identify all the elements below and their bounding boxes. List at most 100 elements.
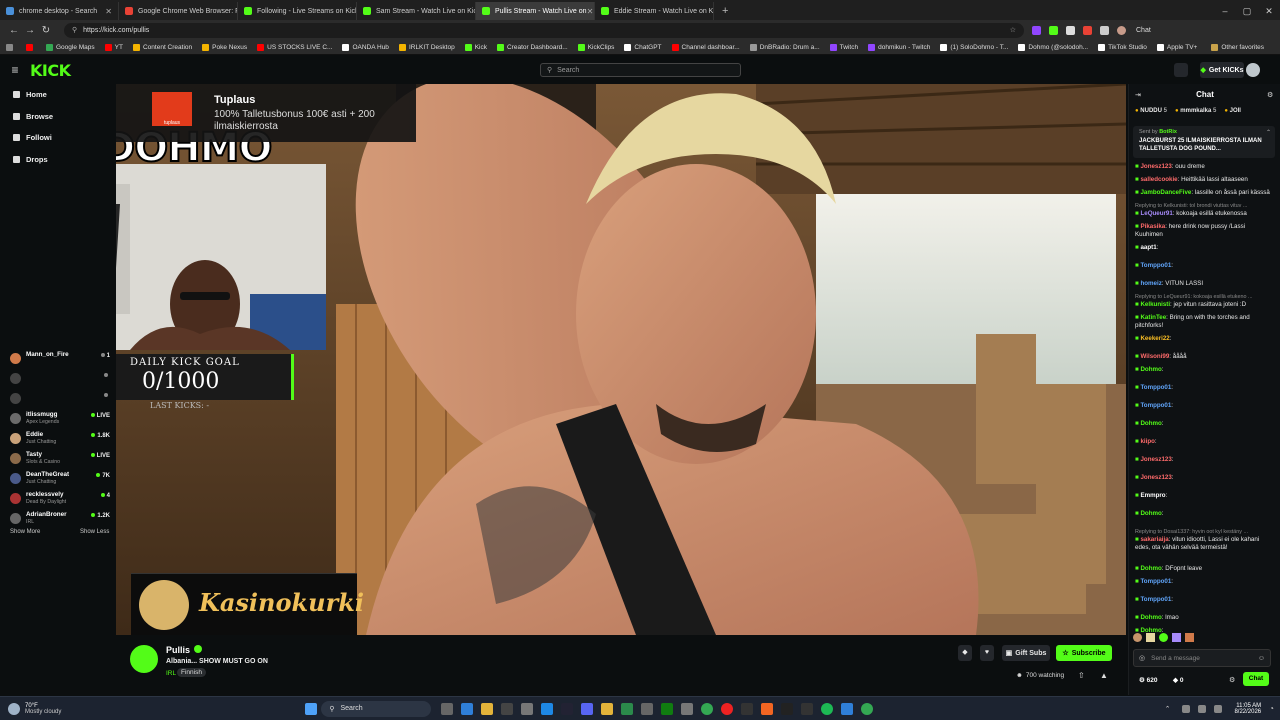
emote-picker-icon[interactable]: ◎ xyxy=(1139,654,1145,662)
star-icon[interactable]: ☆ xyxy=(1010,26,1016,34)
site-info-icon[interactable]: ⚲ xyxy=(72,26,77,34)
other-favorites[interactable]: Other favorites xyxy=(1211,43,1264,51)
twitch-extension-icon[interactable] xyxy=(1032,25,1041,35)
chat-message[interactable]: ■ Dohmo: xyxy=(1135,420,1273,428)
chat-message[interactable]: ■ Dohmo: lmao xyxy=(1135,614,1273,622)
bookmark-item[interactable]: Dohmo (@solodoh... xyxy=(1018,43,1088,51)
app-icon[interactable] xyxy=(621,702,634,715)
bookmark-item[interactable]: ChatGPT xyxy=(624,43,662,51)
xbox-icon[interactable] xyxy=(661,702,674,715)
chat-username[interactable]: Wilsoni99 xyxy=(1140,353,1169,360)
chat-username[interactable]: Jonesz123 xyxy=(1140,474,1171,481)
bookmark-item[interactable]: Kick xyxy=(464,43,487,51)
chat-settings-gear-icon[interactable]: ⚙ xyxy=(1229,676,1235,684)
channel-avatar[interactable] xyxy=(130,645,158,673)
emote-icon[interactable] xyxy=(1146,633,1155,642)
bookmark-item[interactable]: (1) SoloDohmo - T... xyxy=(940,43,1008,51)
show-more-link[interactable]: Show More xyxy=(10,529,40,535)
chat-username[interactable]: Dohmo xyxy=(1140,510,1161,517)
bookmark-item[interactable]: DnBRadio: Drum a... xyxy=(749,43,820,51)
browser-tab[interactable]: Sam Stream - Watch Live on Kick✕ xyxy=(357,2,476,20)
bookmark-item[interactable]: dohmikun - Twitch xyxy=(868,43,930,51)
sidebar-channel[interactable]: itlissmugg Apex Legends LIVE xyxy=(10,411,110,429)
chat-username[interactable]: Tomppo01 xyxy=(1140,596,1171,603)
browser-tab[interactable]: chrome desktop - Search ✕ xyxy=(0,2,119,20)
ad-banner[interactable]: tuplaus Tuplaus 100% Talletusbonus 100€ … xyxy=(116,84,416,142)
back-icon[interactable]: ← xyxy=(6,25,22,36)
tag-finnish[interactable]: Finnish xyxy=(177,668,206,677)
battery-icon[interactable] xyxy=(1214,704,1223,713)
chat-username[interactable]: Dohmo xyxy=(1140,420,1161,427)
chat-input[interactable]: ◎ Send a message ☺ xyxy=(1133,649,1271,667)
chat-message[interactable]: ■ Dohmo: xyxy=(1135,510,1273,518)
chat-message[interactable]: ■ Jonesz123: ouu dreme xyxy=(1135,163,1273,171)
bookmark-item[interactable]: OANDA Hub xyxy=(342,43,389,51)
bell-icon[interactable]: ◆ xyxy=(958,645,972,661)
bookmark-item[interactable]: YT xyxy=(104,43,123,51)
app-icon[interactable] xyxy=(781,702,794,715)
sidebar-channel[interactable]: DeanTheGreat Just Chatting 7K xyxy=(10,471,110,489)
sidebar-channel[interactable]: AdrianBroner IRL 1.2K xyxy=(10,511,110,529)
user-avatar[interactable] xyxy=(1246,63,1260,77)
search-input[interactable]: ⚲ Search xyxy=(540,63,741,77)
emote-icon[interactable] xyxy=(1185,633,1194,642)
close-tab-icon[interactable]: ✕ xyxy=(587,7,594,16)
store-icon[interactable] xyxy=(501,702,514,715)
top-gifter[interactable]: ● NUDDU 5 xyxy=(1135,108,1167,114)
app-icon[interactable] xyxy=(681,702,694,715)
sidebar-channel[interactable]: recklessvely Dead By Daylight 4 xyxy=(10,491,110,509)
nav-home[interactable]: Home xyxy=(13,90,47,99)
chat-username[interactable]: Dohmo xyxy=(1140,614,1161,621)
file-explorer-icon[interactable] xyxy=(481,702,494,715)
chat-username[interactable]: sakariaija xyxy=(1140,536,1168,543)
get-kicks-button[interactable]: ◆ Get KICKs xyxy=(1200,62,1244,78)
tray-chevron-icon[interactable]: ⌃ xyxy=(1165,705,1171,713)
chat-message[interactable]: ■ Dohmo: DFopnt leave xyxy=(1135,565,1273,573)
chat-username[interactable]: Kelkunisti xyxy=(1140,301,1170,308)
network-icon[interactable] xyxy=(1182,704,1191,713)
channel-points[interactable]: ⚙ 620 xyxy=(1139,676,1158,684)
browser-tab[interactable]: Pullis Stream - Watch Live on ✕ xyxy=(476,2,595,20)
nav-drops[interactable]: Drops xyxy=(13,155,48,164)
chat-username[interactable]: Jonesz123 xyxy=(1140,163,1171,170)
follow-heart-icon[interactable]: ♥ xyxy=(980,645,994,661)
profile-icon[interactable] xyxy=(1117,25,1126,35)
extension-icon[interactable] xyxy=(1066,25,1075,35)
opera-icon[interactable] xyxy=(721,702,734,715)
chat-username[interactable]: Tomppo01 xyxy=(1140,262,1171,269)
chat-message[interactable]: ■ Tomppo01: xyxy=(1135,578,1273,586)
chat-username[interactable]: Tomppo01 xyxy=(1140,384,1171,391)
top-gifter[interactable]: ● mmmkalka 5 xyxy=(1175,108,1216,114)
chat-message[interactable]: ■ JamboDanceFive: lassille on åssä pari … xyxy=(1135,189,1273,197)
send-chat-button[interactable]: Chat xyxy=(1243,672,1269,686)
emote-icon[interactable] xyxy=(1172,633,1181,642)
taskbar-search[interactable]: ⚲ Search xyxy=(321,700,432,717)
show-less-link[interactable]: Show Less xyxy=(80,529,109,535)
kick-extension-icon[interactable] xyxy=(1049,25,1058,35)
chat-username[interactable]: homeiz xyxy=(1140,280,1161,287)
chat-username[interactable]: salledcookie xyxy=(1140,176,1177,183)
menu-icon[interactable]: ≡ xyxy=(0,63,30,77)
chat-message[interactable]: ■ Keekeri22: xyxy=(1135,335,1273,343)
lock-icon[interactable]: ▲ xyxy=(1100,671,1108,680)
bookmark-item[interactable]: Creator Dashboard... xyxy=(496,43,568,51)
bookmark-item[interactable]: Channel dashboar... xyxy=(671,43,740,51)
nav-following[interactable]: Followi xyxy=(13,133,52,142)
chat-username[interactable]: Tomppo01 xyxy=(1140,402,1171,409)
minimize-icon[interactable]: – xyxy=(1214,2,1236,20)
x-icon[interactable] xyxy=(801,702,814,715)
browser-tab[interactable]: Eddie Stream - Watch Live on Kick✕ xyxy=(595,2,714,20)
steam-icon[interactable] xyxy=(561,702,574,715)
chat-message[interactable]: Replying to LeQueur91: kokoaja esillä et… xyxy=(1135,293,1273,309)
chat-message[interactable]: Replying to Kelkunisti: tol brondi viutt… xyxy=(1135,202,1273,218)
channel-name[interactable]: Pullis xyxy=(166,645,190,655)
gift-subs-button[interactable]: ▣ Gift Subs xyxy=(1002,645,1050,661)
bookmark-item[interactable]: Poke Nexus xyxy=(202,43,247,51)
discord-icon[interactable] xyxy=(581,702,594,715)
chat-message[interactable]: ■ Tomppo01: xyxy=(1135,384,1273,392)
sidebar-channel[interactable] xyxy=(10,371,110,389)
browser-tab[interactable]: Google Chrome Web Browser: Fir✕ xyxy=(119,2,238,20)
chat-message[interactable]: ■ Pikasika: here drink now pussy /Lassi … xyxy=(1135,223,1273,239)
volume-icon[interactable] xyxy=(1198,704,1207,713)
app-icon[interactable] xyxy=(641,702,654,715)
